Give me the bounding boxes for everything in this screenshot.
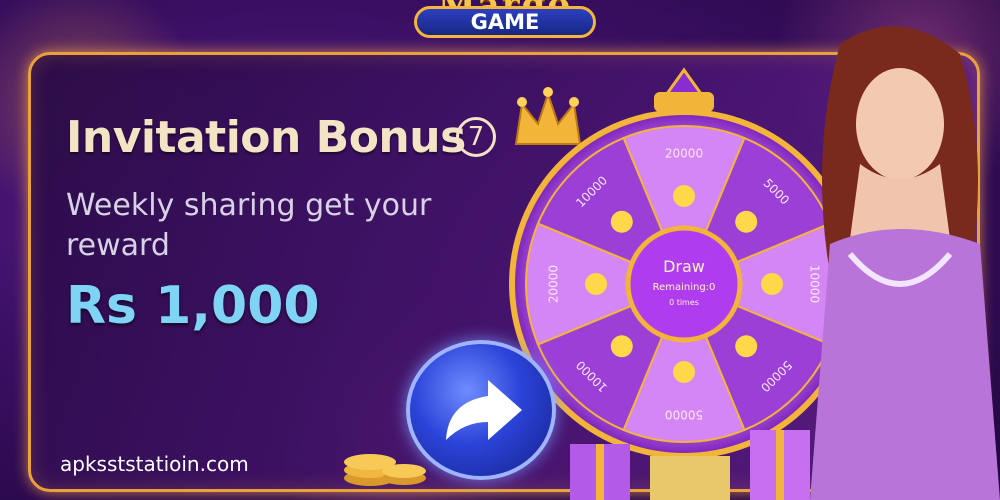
coin-stack-image: [344, 454, 426, 486]
promo-amount: Rs 1,000: [66, 276, 320, 336]
wheel-center-remaining: Remaining:0: [653, 282, 716, 293]
wheel-center-times: 0 times: [669, 298, 699, 307]
logo-game-label: GAME: [414, 6, 596, 38]
wheel-prize-dot: [735, 210, 758, 233]
wheel-prize-dot: [610, 335, 633, 358]
wheel-prize-dot: [735, 335, 758, 358]
promo-badge: 7: [456, 117, 496, 157]
wheel-prize-dot: [585, 273, 607, 295]
wheel-center-button[interactable]: Draw Remaining:0 0 times: [625, 225, 743, 343]
wheel-prize-dot: [673, 185, 695, 207]
promo-title: Invitation Bonus: [66, 112, 466, 163]
wheel-prize-dot: [761, 273, 783, 295]
character-illustration: [810, 26, 1000, 500]
wheel-center-title: Draw: [663, 257, 705, 276]
wheel-prize-dot: [673, 361, 695, 383]
wheel-prize-dot: [610, 210, 633, 233]
share-arrow-icon: [446, 380, 522, 440]
watermark: apksststatioin.com: [60, 452, 249, 476]
wheel-segment-label: 20000: [547, 265, 561, 303]
wheel-segment-label: 20000: [665, 147, 703, 161]
promo-subtitle: Weekly sharing get your reward: [66, 188, 432, 263]
game-logo: Margo GAME: [392, 0, 618, 48]
